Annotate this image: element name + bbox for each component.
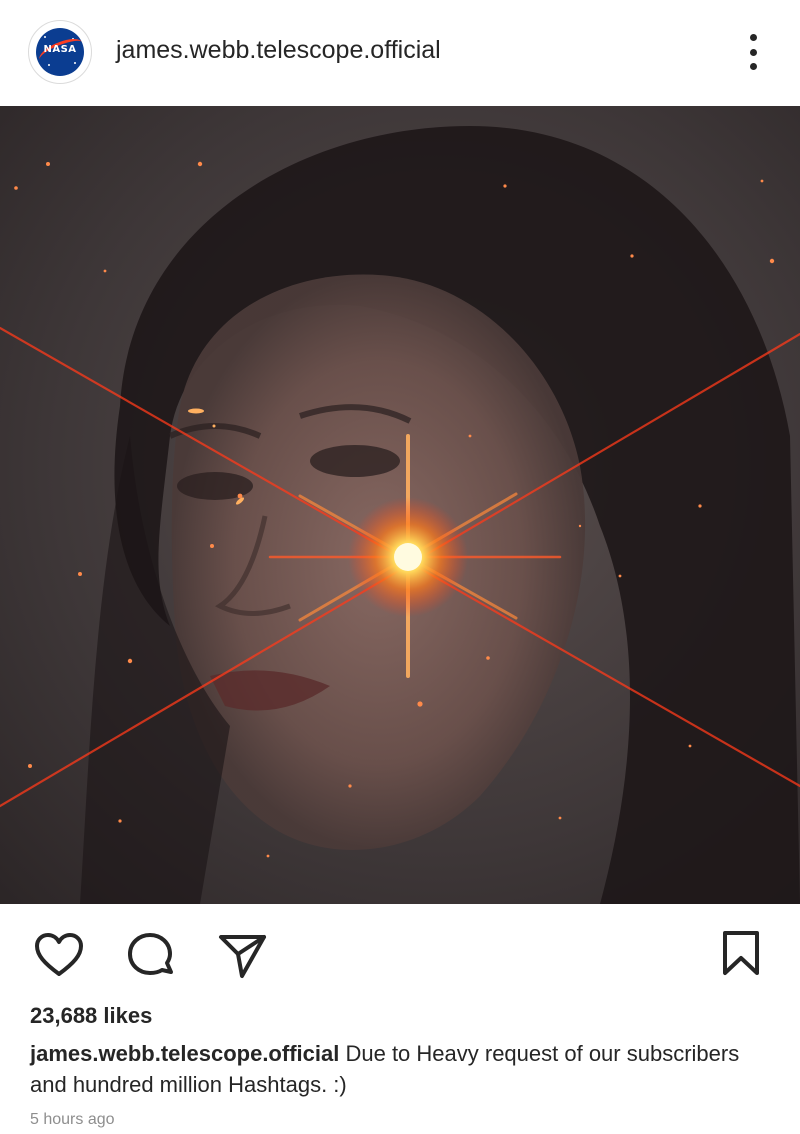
likes-count[interactable]: 23,688 likes [30, 1003, 152, 1029]
more-options-icon[interactable] [738, 30, 768, 74]
post-username[interactable]: james.webb.telescope.official [116, 36, 441, 65]
post-actions-bar [0, 904, 800, 1000]
avatar[interactable]: NASA [28, 20, 92, 84]
caption-username[interactable]: james.webb.telescope.official [30, 1041, 339, 1066]
post-image[interactable] [0, 106, 800, 904]
bookmark-icon[interactable] [720, 930, 762, 976]
post-caption: james.webb.telescope.official Due to Hea… [30, 1038, 770, 1100]
heart-icon[interactable] [34, 932, 84, 978]
nasa-logo: NASA [36, 28, 84, 76]
post-header: NASA james.webb.telescope.official [0, 0, 800, 106]
avatar-logo-text: NASA [43, 44, 77, 55]
post-timestamp: 5 hours ago [30, 1111, 115, 1128]
comment-icon[interactable] [126, 932, 176, 980]
send-icon[interactable] [218, 932, 268, 980]
